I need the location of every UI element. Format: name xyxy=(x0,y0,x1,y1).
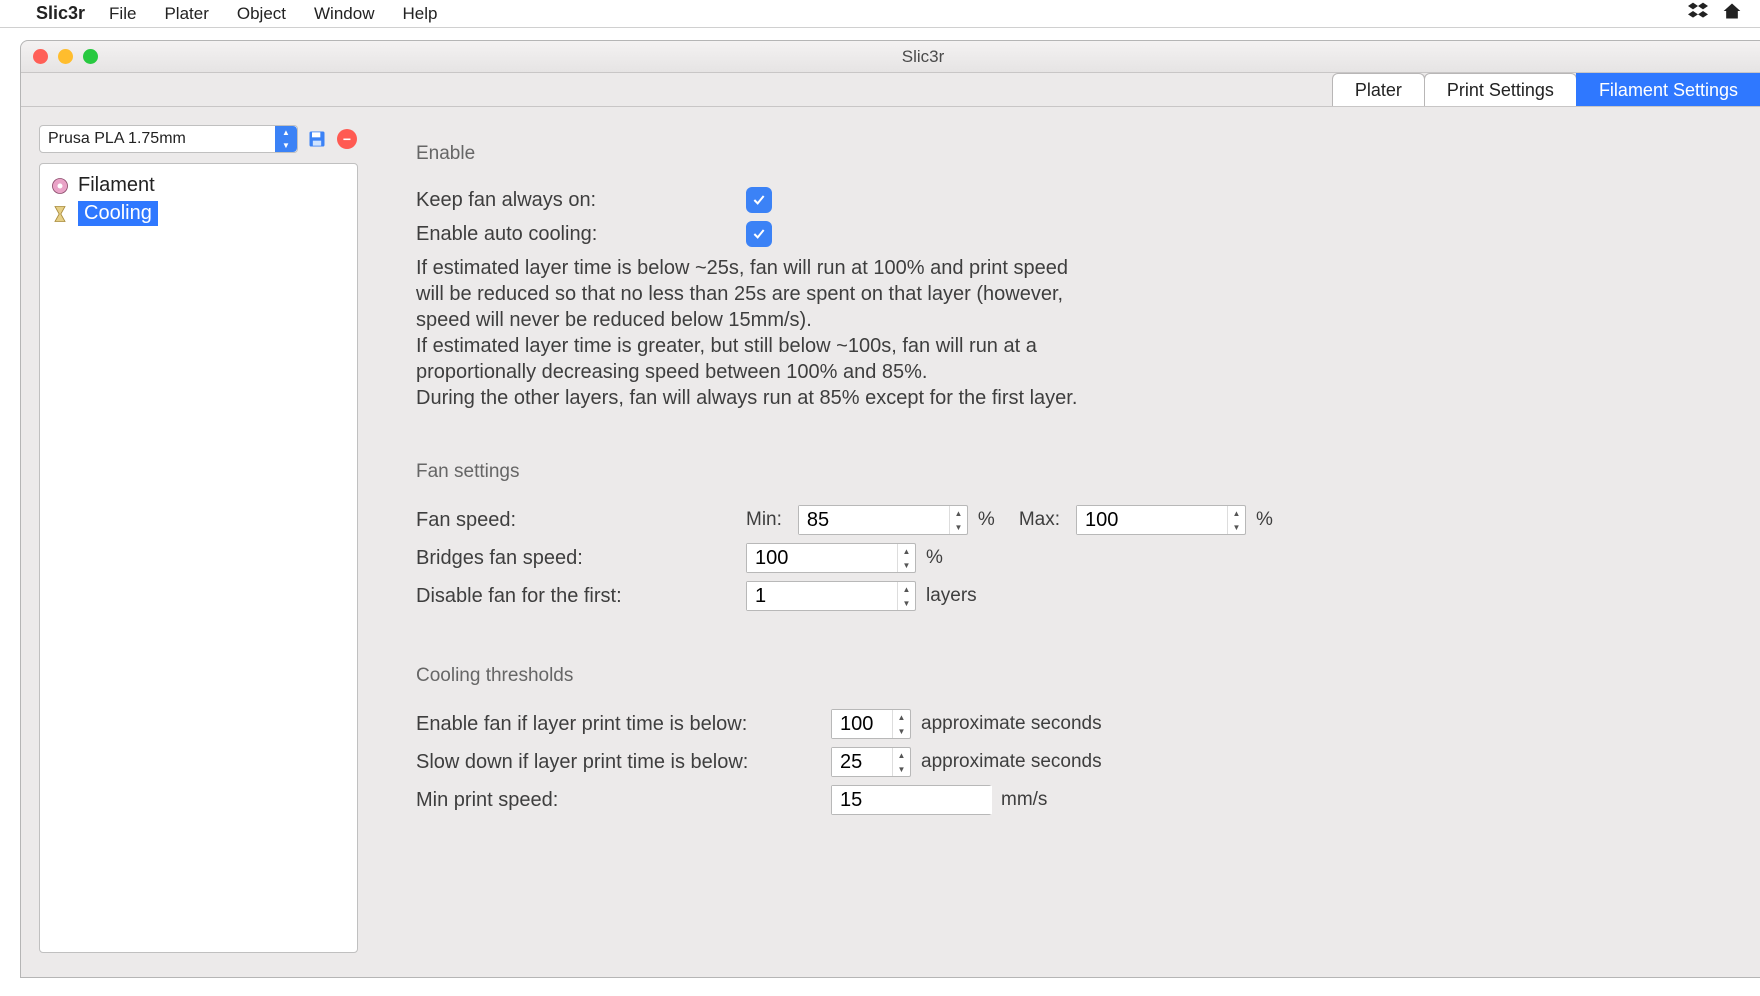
unit-approx-seconds: approximate seconds xyxy=(921,751,1102,773)
stepper-up-icon[interactable]: ▲ xyxy=(893,748,910,762)
dropbox-icon[interactable] xyxy=(1688,1,1708,26)
zoom-window-button[interactable] xyxy=(83,49,98,64)
minimize-window-button[interactable] xyxy=(58,49,73,64)
stepper-down-icon[interactable]: ▼ xyxy=(898,558,915,572)
stepper-down-icon[interactable]: ▼ xyxy=(950,520,967,534)
sidebar: Prusa PLA 1.75mm ▲▼ − Filament xyxy=(21,107,376,977)
unit-layers: layers xyxy=(926,585,977,607)
menu-object[interactable]: Object xyxy=(237,4,286,24)
unit-mms: mm/s xyxy=(1001,789,1047,811)
tree-item-label: Cooling xyxy=(78,201,158,226)
fan-speed-max-input[interactable]: ▲▼ xyxy=(1076,505,1246,535)
tab-plater[interactable]: Plater xyxy=(1332,73,1425,106)
close-window-button[interactable] xyxy=(33,49,48,64)
section-title: Fan settings xyxy=(416,461,1730,483)
stepper-down-icon[interactable]: ▼ xyxy=(1228,520,1245,534)
delete-preset-button[interactable]: − xyxy=(336,128,358,150)
unit-approx-seconds: approximate seconds xyxy=(921,713,1102,735)
preset-stepper-icon[interactable]: ▲▼ xyxy=(275,126,297,152)
stepper-up-icon[interactable]: ▲ xyxy=(1228,506,1245,520)
unit-percent: % xyxy=(1256,509,1273,531)
fan-speed-max-value[interactable] xyxy=(1077,506,1227,534)
enable-fan-below-value[interactable] xyxy=(832,710,892,738)
stepper-up-icon[interactable]: ▲ xyxy=(950,506,967,520)
hourglass-icon xyxy=(50,204,70,224)
auto-cooling-checkbox[interactable] xyxy=(746,221,772,247)
tab-print-settings[interactable]: Print Settings xyxy=(1424,73,1577,106)
min-print-speed-input[interactable] xyxy=(831,785,991,815)
max-label: Max: xyxy=(1019,509,1060,531)
app-window: Slic3r Plater Print Settings Filament Se… xyxy=(20,40,1760,978)
settings-tree: Filament Cooling xyxy=(39,163,358,953)
min-print-speed-label: Min print speed: xyxy=(416,789,831,812)
preset-value: Prusa PLA 1.75mm xyxy=(48,130,186,148)
section-enable: Enable Keep fan always on: Enable auto c… xyxy=(416,129,1730,411)
section-cooling-thresholds: Cooling thresholds Enable fan if layer p… xyxy=(416,651,1730,819)
fan-speed-min-input[interactable]: ▲▼ xyxy=(798,505,968,535)
disable-fan-first-input[interactable]: ▲▼ xyxy=(746,581,916,611)
keep-fan-label: Keep fan always on: xyxy=(416,189,746,212)
stepper-down-icon[interactable]: ▼ xyxy=(893,762,910,776)
window-title: Slic3r xyxy=(98,47,1748,67)
stepper-up-icon[interactable]: ▲ xyxy=(898,582,915,596)
fan-speed-min-value[interactable] xyxy=(799,506,949,534)
bridges-fan-speed-input[interactable]: ▲▼ xyxy=(746,543,916,573)
menu-help[interactable]: Help xyxy=(402,4,437,24)
min-label: Min: xyxy=(746,509,782,531)
fan-speed-label: Fan speed: xyxy=(416,509,746,532)
section-title: Enable xyxy=(416,143,1730,165)
disable-fan-first-value[interactable] xyxy=(747,582,897,610)
titlebar: Slic3r xyxy=(21,41,1760,73)
settings-content: Enable Keep fan always on: Enable auto c… xyxy=(376,107,1760,977)
stepper-up-icon[interactable]: ▲ xyxy=(893,710,910,724)
menu-file[interactable]: File xyxy=(109,4,136,24)
home-icon[interactable] xyxy=(1722,1,1742,26)
auto-cooling-label: Enable auto cooling: xyxy=(416,223,746,246)
enable-fan-below-input[interactable]: ▲▼ xyxy=(831,709,911,739)
tree-item-filament[interactable]: Filament xyxy=(46,172,351,199)
tab-filament-settings[interactable]: Filament Settings xyxy=(1576,73,1760,106)
disable-fan-first-label: Disable fan for the first: xyxy=(416,585,746,608)
stepper-down-icon[interactable]: ▼ xyxy=(898,596,915,610)
tree-item-cooling[interactable]: Cooling xyxy=(46,199,351,228)
unit-percent: % xyxy=(978,509,995,531)
unit-percent: % xyxy=(926,547,943,569)
stepper-up-icon[interactable]: ▲ xyxy=(898,544,915,558)
slow-down-below-label: Slow down if layer print time is below: xyxy=(416,751,831,774)
traffic-lights xyxy=(33,49,98,64)
section-title: Cooling thresholds xyxy=(416,665,1730,687)
menu-window[interactable]: Window xyxy=(314,4,374,24)
mac-menubar: Slic3r File Plater Object Window Help xyxy=(0,0,1760,28)
stepper-down-icon[interactable]: ▼ xyxy=(893,724,910,738)
save-preset-button[interactable] xyxy=(306,128,328,150)
tab-bar: Plater Print Settings Filament Settings xyxy=(21,73,1760,107)
slow-down-below-value[interactable] xyxy=(832,748,892,776)
preset-select[interactable]: Prusa PLA 1.75mm ▲▼ xyxy=(39,125,298,153)
keep-fan-checkbox[interactable] xyxy=(746,187,772,213)
min-print-speed-value[interactable] xyxy=(832,786,992,814)
section-fan-settings: Fan settings Fan speed: Min: ▲▼ % Max: xyxy=(416,447,1730,615)
spool-icon xyxy=(50,176,70,196)
slow-down-below-input[interactable]: ▲▼ xyxy=(831,747,911,777)
menu-plater[interactable]: Plater xyxy=(164,4,208,24)
app-name[interactable]: Slic3r xyxy=(36,3,85,24)
tree-item-label: Filament xyxy=(78,174,155,197)
bridges-fan-speed-label: Bridges fan speed: xyxy=(416,547,746,570)
enable-fan-below-label: Enable fan if layer print time is below: xyxy=(416,713,831,736)
bridges-fan-speed-value[interactable] xyxy=(747,544,897,572)
cooling-description: If estimated layer time is below ~25s, f… xyxy=(416,255,1096,411)
